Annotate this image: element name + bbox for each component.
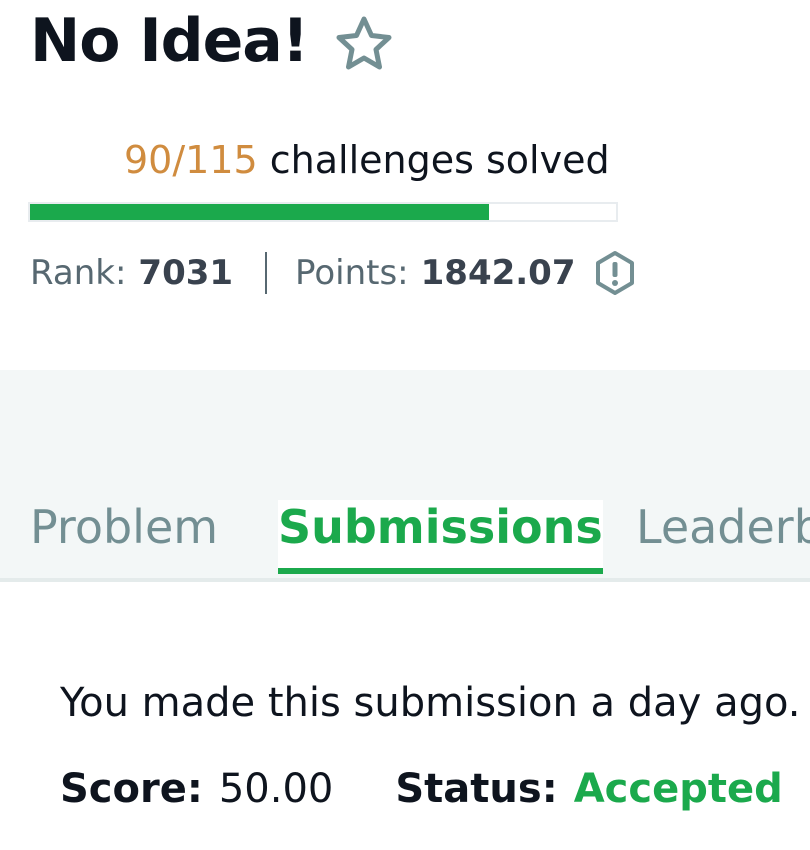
tab-submissions[interactable]: Submissions	[278, 500, 603, 574]
progress-summary: 90/115 challenges solved	[124, 138, 610, 182]
progress-bar	[28, 202, 618, 222]
stats-divider	[265, 252, 268, 294]
points-value: 1842.07	[420, 253, 576, 293]
tab-problem[interactable]: Problem	[30, 500, 218, 554]
tabs-divider	[0, 578, 810, 582]
tabs-bar: Problem Submissions Leaderb	[0, 370, 810, 582]
submission-result: Score: 50.00 Status: Accepted	[60, 766, 783, 812]
points-label: Points:	[295, 253, 409, 293]
rank-label: Rank:	[30, 253, 127, 293]
challenge-page: No Idea! 90/115 challenges solved Rank: …	[0, 0, 810, 850]
tab-leaderboard[interactable]: Leaderb	[636, 500, 810, 554]
user-stats: Rank: 7031 Points: 1842.07	[30, 250, 638, 296]
challenge-title: No Idea!	[30, 6, 309, 76]
status-value: Accepted	[573, 766, 783, 812]
status-label: Status:	[395, 766, 558, 812]
solved-label: challenges solved	[269, 138, 610, 182]
score-value: 50.00	[218, 766, 334, 812]
points-info-icon[interactable]	[592, 250, 638, 296]
progress-bar-fill	[30, 204, 489, 220]
score-label: Score:	[60, 766, 203, 812]
bookmark-star-icon[interactable]	[333, 14, 395, 76]
solved-count: 90/115	[124, 138, 258, 182]
rank-value: 7031	[138, 253, 234, 293]
submission-note: You made this submission a day ago.	[60, 680, 801, 726]
